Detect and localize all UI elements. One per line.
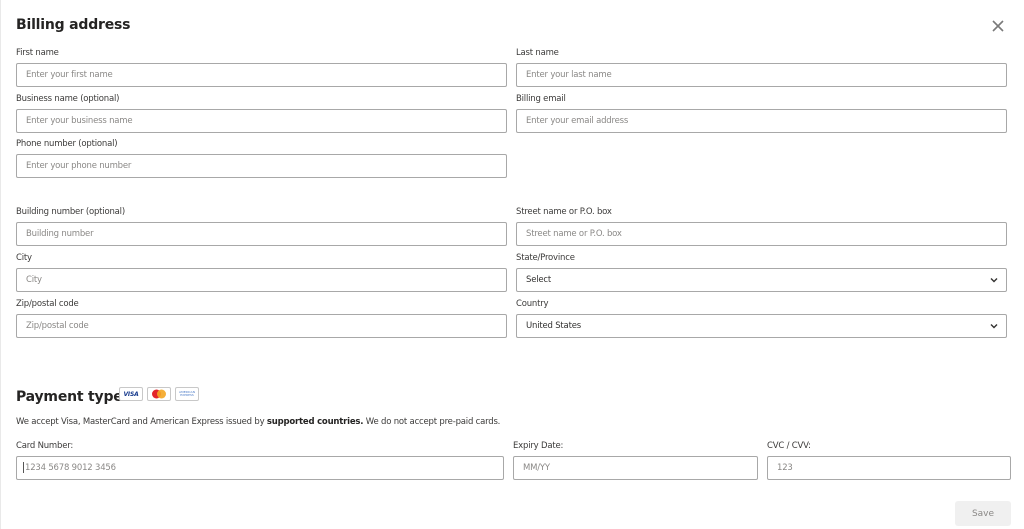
country-label: Country	[516, 299, 549, 309]
card-number-input[interactable]: 1234 5678 9012 3456	[16, 456, 504, 480]
close-icon[interactable]	[990, 18, 1006, 34]
text-cursor	[23, 462, 24, 473]
business-name-input[interactable]: Enter your business name	[16, 109, 507, 133]
zip-input[interactable]: Zip/postal code	[16, 314, 507, 338]
state-label: State/Province	[516, 253, 575, 263]
street-label: Street name or P.O. box	[516, 207, 612, 217]
payment-type-title: Payment type	[16, 389, 123, 405]
building-number-input[interactable]: Building number	[16, 222, 507, 246]
amex-logo-text: AMERICAN EXPRESS	[179, 390, 195, 397]
state-select-value: Select	[526, 275, 552, 285]
visa-logo-text: VISA	[123, 390, 139, 398]
business-name-label: Business name (optional)	[16, 94, 120, 104]
country-select-value: United States	[526, 321, 581, 331]
city-label: City	[16, 253, 32, 263]
last-name-input[interactable]: Enter your last name	[516, 63, 1007, 87]
phone-input[interactable]: Enter your phone number	[16, 154, 507, 178]
expiry-label: Expiry Date:	[513, 441, 564, 451]
chevron-down-icon	[990, 278, 998, 283]
payment-note-suffix: We do not accept pre-paid cards.	[363, 417, 501, 427]
phone-label: Phone number (optional)	[16, 139, 118, 149]
mastercard-logo	[147, 387, 171, 401]
city-input[interactable]: City	[16, 268, 507, 292]
dialog-left-border	[0, 0, 1, 529]
mastercard-icon	[152, 389, 166, 399]
amex-logo: AMERICAN EXPRESS	[175, 387, 199, 401]
zip-label: Zip/postal code	[16, 299, 79, 309]
building-number-label: Building number (optional)	[16, 207, 125, 217]
first-name-label: First name	[16, 48, 59, 58]
billing-email-input[interactable]: Enter your email address	[516, 109, 1007, 133]
cvc-input[interactable]: 123	[767, 456, 1011, 480]
state-select[interactable]: Select	[516, 268, 1007, 292]
chevron-down-icon	[990, 324, 998, 329]
street-input[interactable]: Street name or P.O. box	[516, 222, 1007, 246]
billing-email-label: Billing email	[516, 94, 566, 104]
billing-address-title: Billing address	[16, 17, 131, 33]
first-name-input[interactable]: Enter your first name	[16, 63, 507, 87]
save-button[interactable]: Save	[955, 501, 1011, 526]
payment-note-prefix: We accept Visa, MasterCard and American …	[16, 417, 267, 427]
visa-logo: VISA	[119, 387, 143, 401]
supported-countries-link[interactable]: supported countries.	[267, 417, 364, 427]
card-number-placeholder: 1234 5678 9012 3456	[25, 463, 116, 473]
expiry-input[interactable]: MM/YY	[513, 456, 758, 480]
last-name-label: Last name	[516, 48, 559, 58]
payment-note: We accept Visa, MasterCard and American …	[16, 417, 500, 427]
country-select[interactable]: United States	[516, 314, 1007, 338]
card-number-label: Card Number:	[16, 441, 74, 451]
cvc-label: CVC / CVV:	[767, 441, 811, 451]
